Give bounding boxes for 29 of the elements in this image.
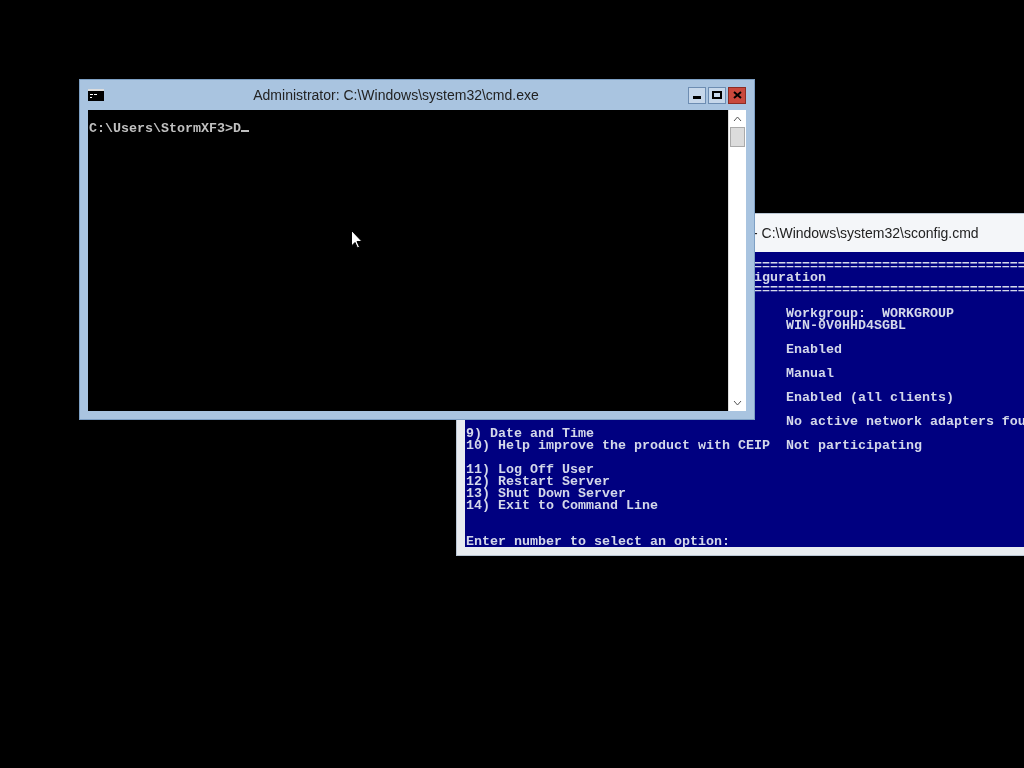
mouse-pointer-icon	[351, 230, 363, 249]
setting-value: WIN-0V0HHD4SGBL	[785, 320, 907, 332]
text-cursor	[240, 130, 249, 132]
setting-value: Enabled	[785, 344, 843, 356]
scroll-down-icon[interactable]	[733, 399, 742, 406]
setting-value: Workgroup: WORKGROUP	[785, 308, 955, 320]
console-text: 12) Restart Server	[466, 476, 610, 488]
window-title: - C:\Windows\system32\sconfig.cmd	[753, 225, 979, 241]
setting-value: Not participating	[785, 440, 923, 452]
console-text: 11) Log Off User	[466, 464, 594, 476]
scroll-up-icon[interactable]	[733, 115, 742, 122]
setting-value: Enabled (all clients)	[785, 392, 955, 404]
console-text: 10) Help improve the product with CEIP	[466, 440, 771, 452]
console-icon	[88, 89, 104, 101]
maximize-icon	[712, 91, 722, 99]
console-text: 13) Shut Down Server	[466, 488, 627, 500]
window-title: Administrator: C:\Windows\system32\cmd.exe	[252, 87, 540, 103]
close-button[interactable]	[728, 86, 746, 104]
console-text: 14) Exit to Command Line	[466, 500, 659, 512]
console-text: Enter number to select an option:	[466, 536, 731, 548]
setting-value: Manual	[785, 368, 835, 380]
scrollbar[interactable]	[728, 110, 746, 411]
scroll-thumb[interactable]	[730, 127, 745, 147]
minimize-button[interactable]	[688, 86, 706, 104]
command-prompt: C:\Users\StormXF3>D	[89, 121, 241, 136]
maximize-button[interactable]	[708, 86, 726, 104]
console-text: 9) Date and Time	[466, 428, 595, 440]
close-icon	[732, 91, 742, 99]
console-text: iguration	[752, 272, 827, 284]
